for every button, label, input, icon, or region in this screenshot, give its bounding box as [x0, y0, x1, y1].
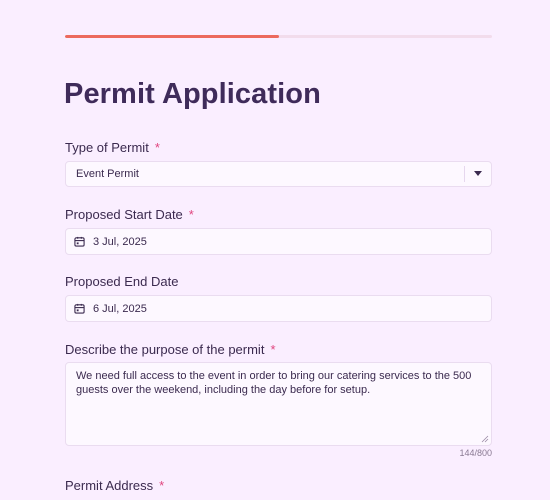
resize-grip-icon[interactable]: [481, 435, 489, 443]
purpose-text: We need full access to the event in orde…: [76, 370, 472, 396]
end-date-value: 6 Jul, 2025: [93, 302, 147, 315]
permit-type-label: Type of Permit *: [65, 140, 160, 155]
end-date-label: Proposed End Date: [65, 274, 178, 289]
permit-application-page: Permit Application Type of Permit * Event…: [0, 0, 550, 500]
required-marker: *: [154, 140, 160, 155]
chevron-down-icon[interactable]: [474, 171, 482, 176]
start-date-label-text: Proposed Start Date: [65, 207, 183, 222]
end-date-label-text: Proposed End Date: [65, 274, 179, 289]
address-label-text: Permit Address: [65, 478, 154, 493]
start-date-field[interactable]: 3 Jul, 2025: [65, 228, 492, 255]
end-date-field[interactable]: 6 Jul, 2025: [65, 295, 492, 322]
required-marker: *: [270, 342, 276, 357]
calendar-icon: [74, 236, 85, 247]
start-date-value: 3 Jul, 2025: [93, 235, 147, 248]
page-title: Permit Application: [64, 78, 321, 110]
progress-bar-fill: [65, 35, 279, 38]
required-marker: *: [159, 478, 165, 493]
purpose-label: Describe the purpose of the permit *: [65, 342, 276, 357]
address-label: Permit Address *: [65, 478, 164, 493]
purpose-textarea[interactable]: We need full access to the event in orde…: [65, 362, 492, 446]
progress-bar: [65, 35, 492, 38]
permit-type-select[interactable]: Event Permit: [65, 161, 492, 187]
calendar-icon: [74, 303, 85, 314]
start-date-label: Proposed Start Date *: [65, 207, 194, 222]
required-marker: *: [188, 207, 194, 222]
permit-type-label-text: Type of Permit: [65, 140, 149, 155]
character-counter: 144/800: [459, 448, 492, 458]
select-divider: [464, 166, 465, 182]
purpose-label-text: Describe the purpose of the permit: [65, 342, 265, 357]
permit-type-value: Event Permit: [76, 168, 139, 180]
